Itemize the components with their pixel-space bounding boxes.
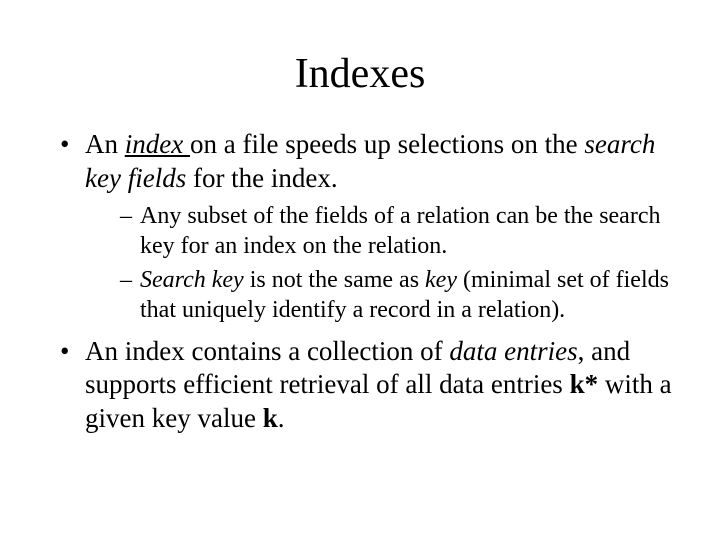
data-entries-term: data entries: [449, 336, 577, 366]
bullet-item-2: An index contains a collection of data e…: [60, 335, 680, 436]
text-segment: is: [244, 267, 272, 293]
text-segment: An: [85, 129, 125, 159]
key-term: key: [425, 267, 457, 293]
text-segment: .: [278, 403, 285, 433]
text-segment: on a file speeds up selections on the: [190, 129, 584, 159]
sub-item-1: Any subset of the fields of a relation c…: [120, 201, 680, 261]
bullet-item-1: An index on a file speeds up selections …: [60, 128, 680, 325]
text-segment: An index contains a collection of: [85, 336, 449, 366]
text-segment: the same as: [302, 267, 425, 293]
main-bullet-list: An index on a file speeds up selections …: [40, 128, 680, 436]
sub-bullet-list: Any subset of the fields of a relation c…: [85, 201, 680, 325]
search-key-term: Search key: [140, 267, 244, 293]
slide-title: Indexes: [40, 50, 680, 98]
k-notation: k: [263, 403, 278, 433]
not-emphasis: not: [272, 267, 303, 293]
sub-item-2: Search key is not the same as key (minim…: [120, 265, 680, 325]
index-term: index: [125, 129, 190, 159]
text-segment: for the index.: [186, 163, 337, 193]
k-star-notation: k*: [570, 369, 599, 399]
